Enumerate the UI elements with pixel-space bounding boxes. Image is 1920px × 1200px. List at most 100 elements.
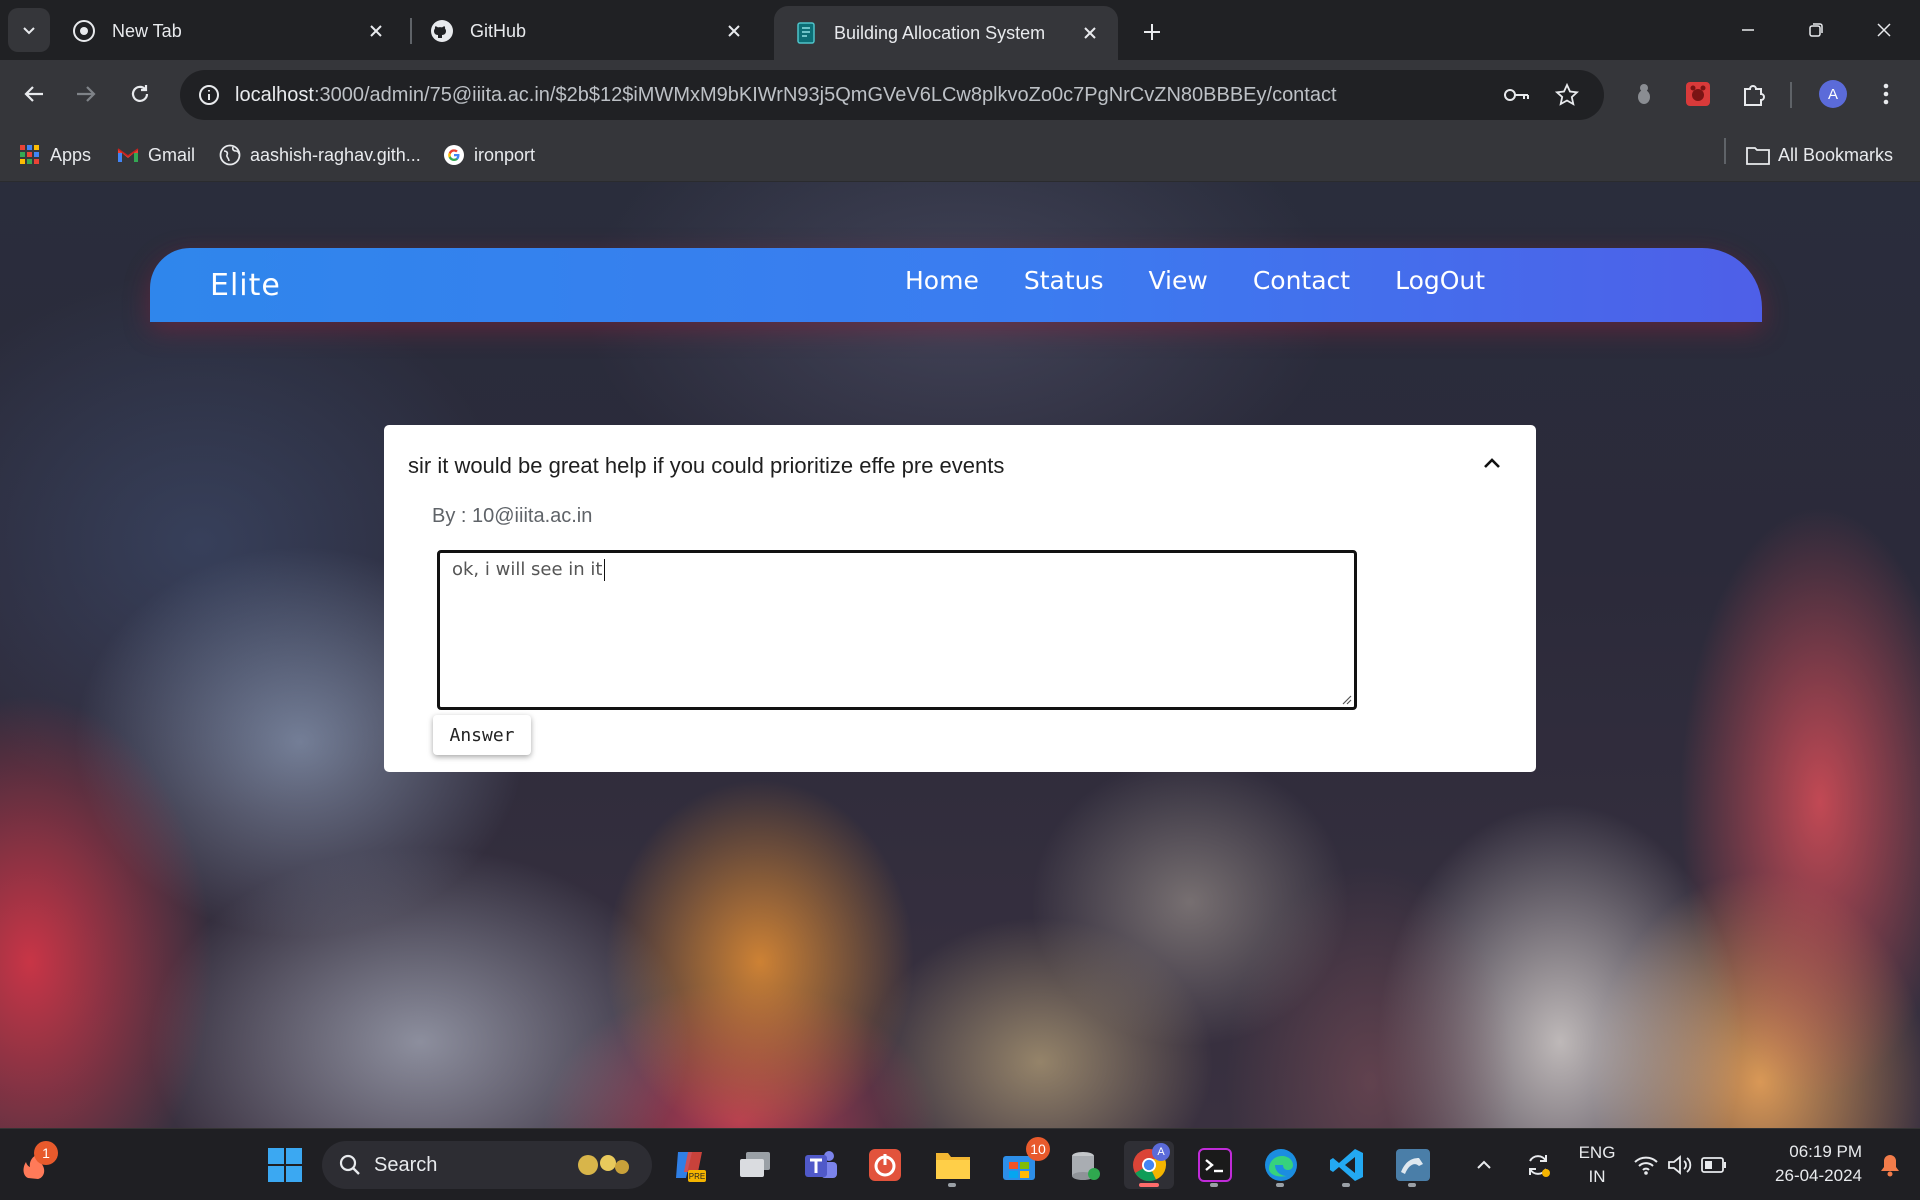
tab-title: GitHub (470, 20, 527, 41)
brand-logo[interactable]: Elite (210, 268, 281, 303)
answer-button[interactable]: Answer (433, 715, 531, 755)
task-view-button[interactable] (730, 1141, 780, 1189)
restore-button[interactable] (1796, 12, 1836, 48)
wifi-icon (1634, 1156, 1658, 1175)
reload-button[interactable] (120, 74, 160, 114)
show-hidden-icons-button[interactable] (1466, 1141, 1502, 1189)
extension-icon[interactable] (1626, 76, 1662, 112)
nav-status[interactable]: Status (1024, 266, 1104, 295)
close-tab-icon[interactable] (722, 19, 746, 43)
profile-avatar[interactable]: A (1815, 76, 1851, 112)
site-info-icon[interactable] (192, 78, 226, 112)
tab-search-button[interactable] (8, 8, 50, 52)
vscode-button[interactable] (1322, 1141, 1372, 1189)
bookmark-label: Apps (50, 144, 92, 165)
minimize-icon (1742, 29, 1754, 31)
running-indicator (1210, 1183, 1218, 1187)
reload-icon (131, 85, 149, 102)
tab-new-tab[interactable]: New Tab (52, 10, 404, 52)
language-indicator[interactable]: ENG IN (1570, 1143, 1624, 1187)
chevron-up-icon[interactable] (1478, 449, 1506, 477)
query-author: By : 10@iiita.ac.in (432, 505, 593, 527)
clock-date: 26-04-2024 (1775, 1166, 1862, 1185)
query-question[interactable]: sir it would be great help if you could … (408, 453, 1004, 479)
forward-button[interactable] (66, 74, 106, 114)
answer-textarea[interactable]: ok, i will see in it (437, 550, 1357, 710)
bookmark-label: Gmail (148, 144, 196, 165)
database-app-button[interactable] (1060, 1141, 1110, 1189)
tab-github[interactable]: GitHub (410, 10, 762, 52)
teams-icon (805, 1151, 837, 1178)
edge-icon (1265, 1149, 1297, 1181)
quick-settings-button[interactable] (1628, 1141, 1732, 1189)
bookmark-label: ironport (474, 144, 536, 165)
close-tab-icon[interactable] (364, 19, 388, 43)
bookmark-aashish[interactable]: aashish-raghav.gith... (218, 140, 421, 170)
store-button[interactable]: 10 (994, 1137, 1050, 1189)
arrow-left-icon (24, 86, 43, 102)
chevron-up-icon (1477, 1160, 1491, 1169)
restore-icon (1809, 23, 1823, 37)
back-button[interactable] (14, 74, 54, 114)
chrome-icon (72, 19, 96, 43)
sync-tray-button[interactable] (1514, 1141, 1562, 1189)
bookmark-gmail[interactable]: Gmail (116, 140, 195, 170)
nav-logout[interactable]: LogOut (1395, 266, 1485, 295)
svg-text:PRE: PRE (689, 1172, 705, 1181)
resize-grip-icon[interactable] (1340, 693, 1352, 705)
tab-title: Building Allocation System (834, 22, 1046, 43)
close-tab-icon[interactable] (1078, 21, 1102, 45)
github-icon (430, 19, 454, 43)
power-app-button[interactable] (860, 1141, 910, 1189)
browser-toolbar: localhost:3000/admin/75@iiita.ac.in/$2b$… (0, 60, 1920, 128)
terminal-button[interactable] (1190, 1141, 1240, 1189)
more-vertical-icon (1883, 83, 1889, 105)
bookmark-star-icon[interactable] (1552, 80, 1582, 110)
password-key-icon[interactable] (1502, 80, 1532, 110)
nav-contact[interactable]: Contact (1253, 266, 1350, 295)
vscode-icon (1330, 1149, 1363, 1181)
start-button[interactable] (260, 1141, 310, 1189)
extensions-puzzle-icon[interactable] (1736, 76, 1772, 112)
folder-icon (1746, 143, 1770, 167)
new-tab-button[interactable] (1134, 14, 1170, 50)
tab-building-allocation[interactable]: Building Allocation System (774, 6, 1118, 60)
edge-button[interactable] (1256, 1141, 1306, 1189)
bookmark-ironport[interactable]: ironport (442, 140, 535, 170)
nav-view[interactable]: View (1149, 266, 1208, 295)
minimize-button[interactable] (1728, 12, 1768, 48)
taskbar-search[interactable]: Search (322, 1141, 652, 1189)
notifications-button[interactable] (1870, 1141, 1910, 1189)
address-bar[interactable]: localhost:3000/admin/75@iiita.ac.in/$2b$… (180, 70, 1604, 120)
bell-icon (1881, 1155, 1899, 1177)
chrome-menu-button[interactable] (1868, 76, 1904, 112)
clock-time: 06:19 PM (1789, 1142, 1862, 1161)
windows-taskbar: 1 Search PRE 10 A ENG IN 06:19 PM 26-04-… (0, 1128, 1920, 1200)
database-icon (1072, 1152, 1100, 1180)
language-code: ENG (1578, 1143, 1616, 1162)
bookmark-apps[interactable]: Apps (18, 140, 91, 170)
avatar: A (1819, 80, 1847, 108)
dolphin-icon (1396, 1149, 1430, 1181)
volume-icon (1668, 1155, 1692, 1175)
copilot-button[interactable]: PRE (664, 1141, 714, 1189)
teams-button[interactable] (796, 1141, 846, 1189)
all-bookmarks-button[interactable]: All Bookmarks (1746, 140, 1893, 170)
file-explorer-button[interactable] (928, 1141, 978, 1189)
mysql-workbench-button[interactable] (1388, 1141, 1438, 1189)
extension-red-icon[interactable] (1680, 76, 1716, 112)
google-icon (442, 143, 466, 167)
clock[interactable]: 06:19 PM 26-04-2024 (1752, 1142, 1862, 1186)
close-window-button[interactable] (1864, 12, 1904, 48)
bookmark-label: aashish-raghav.gith... (250, 144, 421, 165)
plus-icon (1144, 24, 1160, 40)
widgets-button[interactable]: 1 (10, 1141, 60, 1189)
running-indicator (1276, 1183, 1284, 1187)
profile-mini-avatar: A (1152, 1143, 1170, 1161)
chrome-taskbar-button[interactable]: A (1124, 1141, 1174, 1189)
close-icon (1877, 23, 1891, 37)
nav-home[interactable]: Home (905, 266, 979, 295)
url-text[interactable]: localhost:3000/admin/75@iiita.ac.in/$2b$… (235, 84, 1337, 107)
bookmark-label: All Bookmarks (1778, 144, 1894, 165)
url-host: localhost (235, 84, 314, 106)
